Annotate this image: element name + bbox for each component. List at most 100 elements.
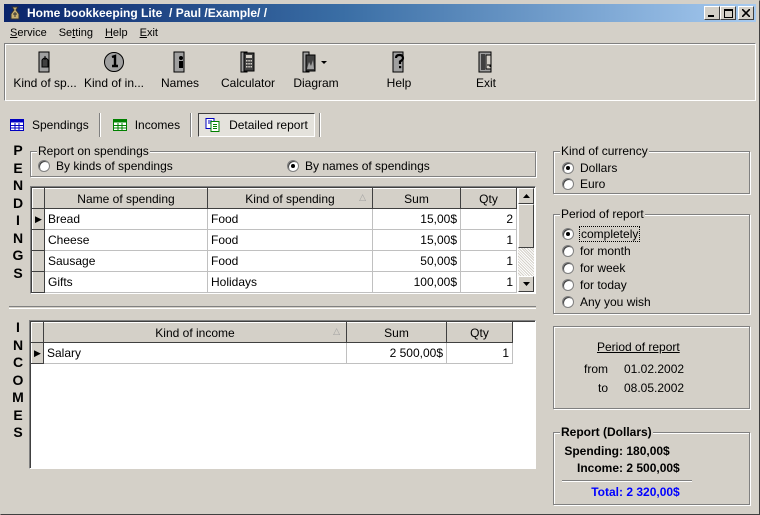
scroll-up-button[interactable] <box>518 188 534 204</box>
radio-button[interactable] <box>562 162 574 174</box>
kind-of-incomes-icon <box>103 50 125 74</box>
row-indicator-header <box>32 188 45 209</box>
radio-button[interactable] <box>38 160 50 172</box>
main-window: Home bookkeeping Lite / Paul /Example/ /… <box>0 0 760 515</box>
radio-for-month[interactable]: for month <box>562 244 631 258</box>
tab-detailed-report[interactable]: Detailed report <box>198 113 315 137</box>
report-summary-legend: Report (Dollars) <box>560 425 653 439</box>
row-indicator[interactable]: ▶ <box>32 208 45 230</box>
exit-icon <box>478 50 494 74</box>
period-group: Period of report completely for month fo… <box>553 207 750 314</box>
menu-service[interactable]: Service <box>4 27 53 39</box>
tab-separator <box>318 113 321 137</box>
arrow-down-icon <box>522 282 530 286</box>
column-header-sum[interactable]: Sum <box>372 188 461 209</box>
table-row[interactable]: Cheese Food 15,00$ 1 <box>32 229 517 251</box>
row-indicator[interactable] <box>32 229 45 251</box>
row-indicator[interactable] <box>32 271 45 293</box>
close-button[interactable] <box>738 6 754 20</box>
exit-button[interactable]: Exit <box>469 50 503 94</box>
help-button[interactable]: Help <box>379 50 419 94</box>
panel-splitter[interactable] <box>9 306 536 309</box>
radio-button[interactable] <box>562 279 574 291</box>
radio-button[interactable] <box>562 178 574 190</box>
incomes-table: Kind of income △ Sum Qty ▶ Salary 2 500,0… <box>31 322 513 364</box>
kind-of-spendings-button[interactable]: Kind of sp... <box>9 50 81 94</box>
menu-bar: Service Setting Help Exit <box>4 24 164 42</box>
sort-ascending-icon: △ <box>359 192 366 202</box>
incomes-grid[interactable]: Kind of income △ Sum Qty ▶ Salary 2 500,0… <box>29 320 536 469</box>
radio-dollars[interactable]: Dollars <box>562 161 617 175</box>
income-total-value: 2 500,00$ <box>626 461 680 475</box>
scroll-down-button[interactable] <box>518 276 534 292</box>
table-row[interactable]: Sausage Food 50,00$ 1 <box>32 250 517 272</box>
menu-help[interactable]: Help <box>99 27 134 39</box>
window-title: Home bookkeeping Lite / Paul /Example/ / <box>27 6 268 20</box>
names-button[interactable]: Names <box>153 50 207 94</box>
table-row[interactable]: Gifts Holidays 100,00$ 1 <box>32 271 517 293</box>
radio-for-today[interactable]: for today <box>562 278 627 292</box>
menu-setting[interactable]: Setting <box>53 27 99 39</box>
report-icon <box>205 118 221 132</box>
scroll-thumb[interactable] <box>518 204 534 248</box>
names-icon <box>173 50 187 74</box>
from-label: from <box>584 362 608 376</box>
spending-total-line: Spending: 180,00$ <box>564 444 670 458</box>
row-indicator[interactable] <box>32 250 45 272</box>
spendings-scrollbar[interactable] <box>518 188 534 292</box>
calculator-icon <box>240 50 256 74</box>
currency-group: Kind of currency Dollars Euro <box>553 144 750 194</box>
maximize-icon <box>723 8 733 18</box>
minimize-button[interactable] <box>704 6 720 20</box>
spendings-grid[interactable]: Name of spending Kind of spending △ Sum Q… <box>30 186 536 294</box>
current-row-arrow-icon: ▶ <box>34 347 41 358</box>
column-header-kind-of-income[interactable]: Kind of income △ <box>43 322 347 343</box>
to-label: to <box>597 381 608 395</box>
table-row[interactable]: ▶ Bread Food 15,00$ 2 <box>32 208 517 230</box>
column-header-qty[interactable]: Qty <box>446 322 513 343</box>
table-icon <box>112 119 127 131</box>
from-date: 01.02.2002 <box>624 362 685 376</box>
dropdown-arrow-icon <box>321 61 327 64</box>
spending-total-value: 180,00$ <box>626 444 670 458</box>
radio-euro[interactable]: Euro <box>562 177 605 191</box>
menu-exit[interactable]: Exit <box>134 27 164 39</box>
period-legend: Period of report <box>560 207 645 221</box>
radio-completely[interactable]: completely <box>562 226 641 242</box>
radio-for-week[interactable]: for week <box>562 261 625 275</box>
kind-of-incomes-button[interactable]: Kind of in... <box>79 50 149 94</box>
radio-any-you-wish[interactable]: Any you wish <box>562 295 651 309</box>
column-header-qty[interactable]: Qty <box>460 188 517 209</box>
radio-button[interactable] <box>562 228 574 240</box>
to-date: 08.05.2002 <box>624 381 685 395</box>
arrow-up-icon <box>522 194 530 198</box>
minimize-icon <box>708 15 714 17</box>
maximize-button[interactable] <box>720 6 736 20</box>
radio-button[interactable] <box>562 296 574 308</box>
radio-by-kinds-of-spendings[interactable]: By kinds of spendings <box>38 159 173 173</box>
column-header-kind-of-spending[interactable]: Kind of spending △ <box>207 188 373 209</box>
radio-by-names-of-spendings[interactable]: By names of spendings <box>287 159 430 173</box>
diagram-button[interactable]: Diagram <box>289 50 343 94</box>
table-row[interactable]: ▶ Salary 2 500,00$ 1 <box>31 342 513 364</box>
column-header-name-of-spending[interactable]: Name of spending <box>44 188 208 209</box>
radio-button[interactable] <box>562 262 574 274</box>
close-icon <box>742 9 750 17</box>
tab-spendings[interactable]: Spendings <box>4 113 95 137</box>
current-row-arrow-icon: ▶ <box>35 213 42 224</box>
radio-button[interactable] <box>562 245 574 257</box>
column-header-sum[interactable]: Sum <box>346 322 447 343</box>
report-on-spendings-legend: Report on spendings <box>37 144 150 158</box>
spendings-table: Name of spending Kind of spending △ Sum Q… <box>32 188 517 293</box>
view-tabs: Spendings Incomes Detailed report <box>4 111 327 139</box>
currency-legend: Kind of currency <box>560 144 649 158</box>
radio-button[interactable] <box>287 160 299 172</box>
row-indicator[interactable]: ▶ <box>31 342 44 364</box>
kind-of-spendings-icon <box>37 50 53 74</box>
toolbar: Kind of sp... Kind of in... Names Calcul… <box>4 43 756 101</box>
row-indicator-header <box>31 322 44 343</box>
period-info-panel: Period of report from 01.02.2002 to 08.0… <box>553 326 750 409</box>
calculator-button[interactable]: Calculator <box>215 50 281 94</box>
tab-incomes[interactable]: Incomes <box>107 113 186 137</box>
report-summary-group: Report (Dollars) Spending: 180,00$ Incom… <box>553 425 750 505</box>
